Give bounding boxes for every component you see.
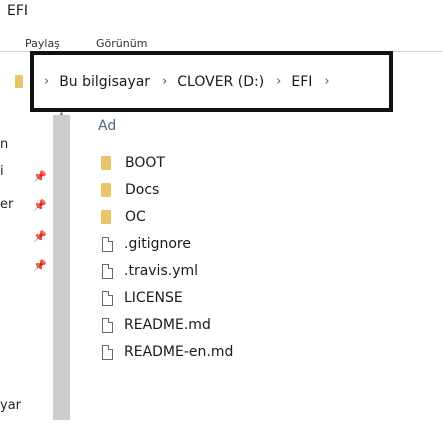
navigation-scrollbar[interactable]	[53, 115, 70, 420]
list-item-gitignore[interactable]: .gitignore	[101, 234, 191, 254]
chevron-right-icon[interactable]: ›	[324, 74, 329, 89]
pin-icon: 📌	[33, 170, 47, 183]
pin-icon: 📌	[33, 230, 47, 243]
breadcrumb-efi[interactable]: EFI	[291, 74, 312, 90]
address-bar[interactable]: › Bu bilgisayar › CLOVER (D:) › EFI ›	[30, 51, 393, 112]
list-item-docs[interactable]: Docs	[101, 180, 159, 200]
tab-share[interactable]: Paylaş	[25, 37, 60, 50]
nav-item-3[interactable]: er	[0, 197, 13, 212]
file-icon	[102, 236, 113, 252]
file-name: Docs	[125, 182, 160, 198]
file-name: .gitignore	[124, 236, 191, 252]
chevron-right-icon[interactable]: ›	[162, 74, 167, 89]
file-name: BOOT	[125, 155, 165, 171]
navigation-pane	[0, 114, 50, 432]
pin-icon: 📌	[33, 259, 47, 272]
file-name: LICENSE	[124, 290, 183, 306]
breadcrumb-clover-drive[interactable]: CLOVER (D:)	[177, 74, 264, 90]
chevron-right-icon[interactable]: ›	[276, 74, 281, 89]
nav-item-4[interactable]: yar	[0, 398, 21, 413]
file-icon	[102, 290, 113, 306]
file-name: OC	[125, 209, 146, 225]
breadcrumb-this-pc[interactable]: Bu bilgisayar	[59, 74, 150, 90]
file-name: README-en.md	[124, 344, 234, 360]
folder-icon	[15, 75, 23, 88]
list-item-oc[interactable]: OC	[101, 207, 146, 227]
file-name: README.md	[124, 317, 211, 333]
chevron-right-icon[interactable]: ›	[44, 74, 49, 89]
pin-icon: 📌	[33, 199, 47, 212]
folder-icon	[101, 183, 111, 197]
window-title: EFI	[7, 3, 29, 19]
tab-view[interactable]: Görünüm	[96, 37, 147, 50]
list-item-boot[interactable]: BOOT	[101, 153, 165, 173]
folder-icon	[101, 156, 111, 170]
list-item-license[interactable]: LICENSE	[101, 288, 183, 308]
file-icon	[102, 317, 113, 333]
nav-item-1[interactable]: n	[0, 137, 8, 152]
file-name: .travis.yml	[124, 263, 199, 279]
file-icon	[102, 263, 113, 279]
breadcrumb: › Bu bilgisayar › CLOVER (D:) › EFI ›	[44, 55, 340, 108]
list-item-travis-yml[interactable]: .travis.yml	[101, 261, 198, 281]
folder-icon	[101, 210, 111, 224]
file-icon	[102, 344, 113, 360]
list-item-readme[interactable]: README.md	[101, 315, 211, 335]
nav-item-2[interactable]: i	[0, 164, 4, 179]
list-item-readme-en[interactable]: README-en.md	[101, 342, 233, 362]
column-header-name[interactable]: Ad	[98, 118, 116, 134]
